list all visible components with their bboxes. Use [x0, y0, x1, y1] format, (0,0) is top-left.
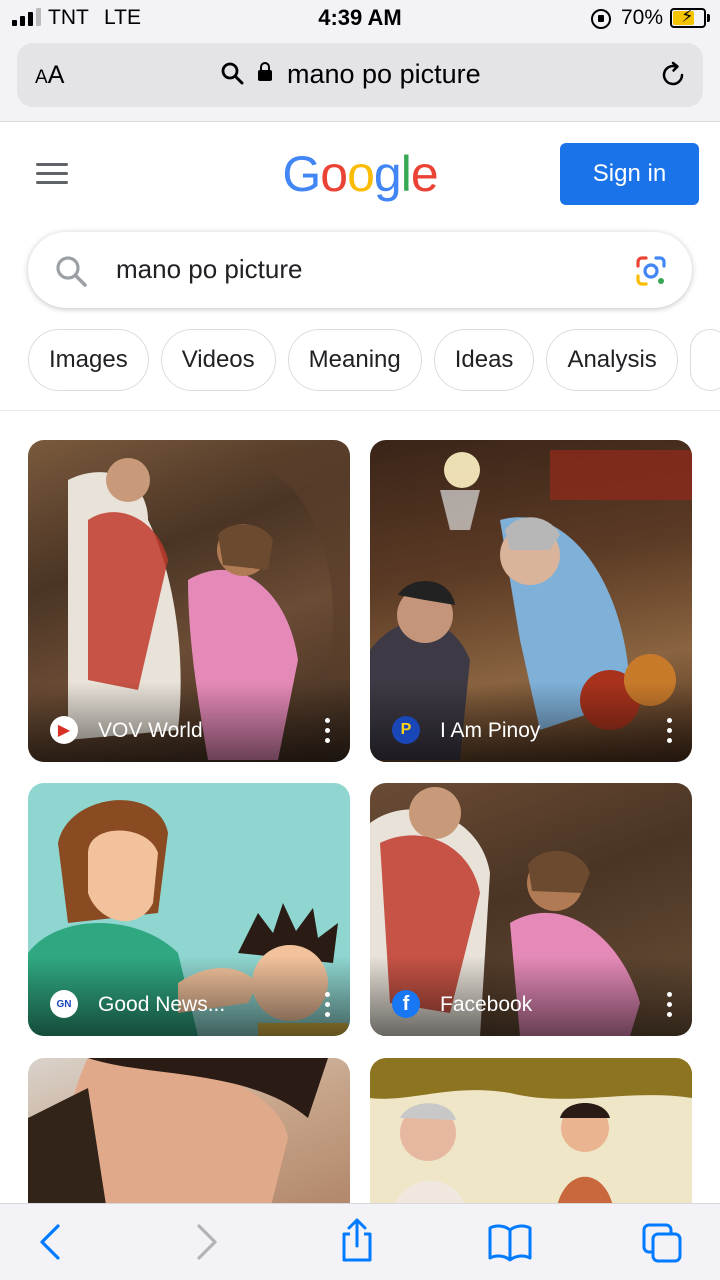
browser-address-area: AA mano po picture [0, 38, 720, 122]
more-options-icon[interactable] [324, 718, 330, 744]
battery-nub [707, 14, 710, 22]
forward-icon[interactable] [195, 1222, 219, 1262]
logo-letter: o [347, 146, 375, 202]
status-bar: TNT LTE 4:39 AM 70% ⚡ [0, 0, 720, 38]
facebook-logo-icon: f [392, 990, 420, 1018]
search-icon [56, 256, 87, 287]
battery-icon: ⚡ [670, 6, 706, 28]
chip-images[interactable]: Images [28, 329, 149, 391]
address-text[interactable]: mano po picture [287, 59, 481, 90]
back-icon[interactable] [38, 1222, 62, 1262]
more-options-icon[interactable] [666, 718, 672, 744]
more-options-icon[interactable] [666, 992, 672, 1018]
image-result[interactable]: P I Am Pinoy [370, 440, 692, 762]
image-result[interactable] [370, 1058, 692, 1218]
cartoon-thumbnail [370, 1058, 692, 1218]
battery-percent: 70% [621, 6, 664, 29]
google-header: Google Sign in [0, 123, 720, 225]
result-source[interactable]: Good News... [98, 993, 225, 1017]
more-options-icon[interactable] [324, 992, 330, 1018]
result-source[interactable]: Facebook [440, 993, 532, 1017]
image-result[interactable]: f Facebook [370, 783, 692, 1036]
logo-letter: e [410, 146, 439, 202]
clock: 4:39 AM [318, 5, 402, 30]
sign-in-button[interactable]: Sign in [560, 143, 699, 205]
i-am-pinoy-logo-icon: P [392, 716, 420, 744]
search-icon [221, 62, 244, 85]
chip-analysis[interactable]: Analysis [546, 329, 678, 391]
search-input[interactable]: mano po picture [116, 254, 302, 285]
reload-icon[interactable] [658, 60, 688, 90]
logo-letter: o [320, 146, 348, 202]
good-news-logo-icon: GN [50, 990, 78, 1018]
search-box[interactable]: mano po picture [28, 232, 692, 308]
image-result[interactable]: GN Good News... [28, 783, 350, 1036]
google-lens-icon[interactable] [634, 254, 668, 288]
chip-videos[interactable]: Videos [160, 329, 276, 391]
logo-letter: G [282, 146, 321, 202]
browser-toolbar [0, 1203, 720, 1280]
result-source[interactable]: VOV World [98, 719, 203, 743]
lock-icon [258, 62, 272, 81]
share-icon[interactable] [338, 1218, 376, 1264]
bookmarks-icon[interactable] [487, 1222, 533, 1262]
address-bar[interactable]: AA mano po picture [17, 43, 703, 107]
photo-thumbnail [28, 1058, 328, 1218]
logo-letter: g [373, 146, 402, 202]
filter-chips: Images Videos Meaning Ideas Analysis [28, 329, 720, 391]
chip-meaning[interactable]: Meaning [287, 329, 422, 391]
chip-ideas[interactable]: Ideas [433, 329, 535, 391]
image-result[interactable]: ▶ VOV World [28, 440, 350, 762]
rotation-lock-icon [591, 9, 611, 29]
logo-letter: l [400, 146, 412, 202]
tabs-icon[interactable] [641, 1222, 683, 1264]
image-result[interactable] [28, 1058, 350, 1218]
text-size-button[interactable]: AA [35, 61, 64, 90]
chip-more[interactable] [689, 329, 720, 391]
divider [0, 410, 720, 411]
vov-logo-icon: ▶ [50, 716, 78, 744]
result-source[interactable]: I Am Pinoy [440, 719, 540, 743]
